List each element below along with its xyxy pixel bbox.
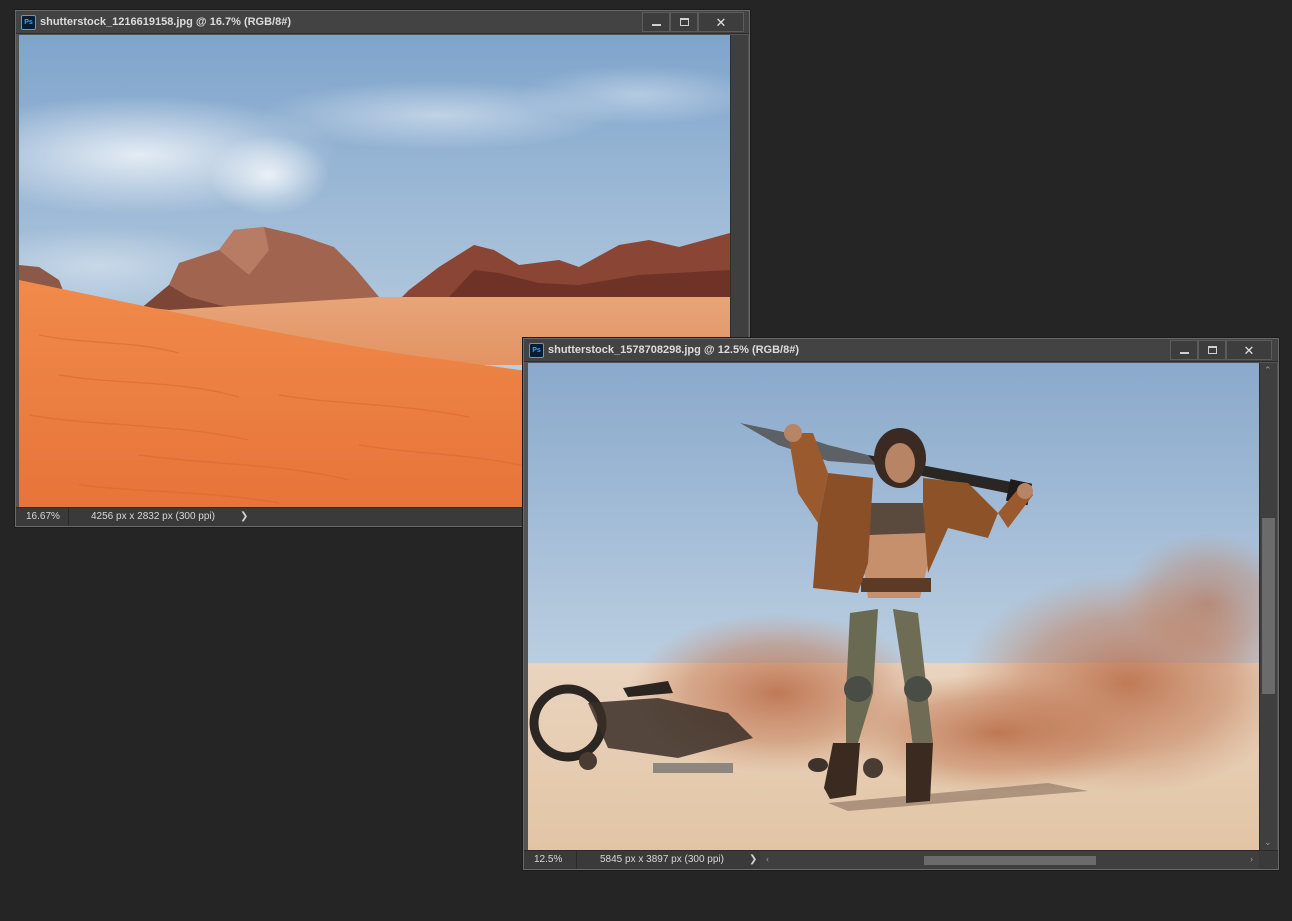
photoshop-icon: Ps	[529, 343, 544, 358]
horizontal-scrollbar-2[interactable]: ‹ ›	[760, 851, 1259, 869]
window-1-title: shutterstock_1216619158.jpg @ 16.7% (RGB…	[40, 16, 292, 28]
scroll-up-icon[interactable]: ⌃	[1264, 365, 1272, 376]
maximize-icon	[1207, 346, 1217, 354]
minimize-icon	[651, 24, 661, 26]
close-button[interactable]: ✕	[698, 12, 744, 32]
maximize-button[interactable]	[670, 12, 698, 32]
warrior-desert-image	[528, 363, 1259, 850]
maximize-icon	[679, 18, 689, 26]
document-info: 5845 px x 3897 px (300 ppi)	[600, 854, 724, 865]
minimize-button[interactable]	[1170, 340, 1198, 360]
zoom-level-field[interactable]: 12.5%	[524, 851, 577, 869]
close-button[interactable]: ✕	[1226, 340, 1272, 360]
close-icon: ✕	[1243, 342, 1255, 358]
scroll-left-icon[interactable]: ‹	[766, 854, 769, 864]
status-menu-arrow-icon[interactable]: ❯	[240, 508, 248, 526]
image-canvas-2[interactable]	[528, 363, 1259, 850]
document-window-2[interactable]: Ps shutterstock_1578708298.jpg @ 12.5% (…	[523, 338, 1279, 870]
window-2-titlebar[interactable]: Ps shutterstock_1578708298.jpg @ 12.5% (…	[524, 339, 1278, 362]
minimize-icon	[1179, 352, 1189, 354]
scroll-down-icon[interactable]: ⌄	[1264, 837, 1272, 848]
vertical-scrollbar-2[interactable]: ⌃ ⌄	[1259, 363, 1277, 850]
maximize-button[interactable]	[1198, 340, 1226, 360]
zoom-level-field[interactable]: 16.67%	[16, 508, 69, 526]
window-1-titlebar[interactable]: Ps shutterstock_1216619158.jpg @ 16.7% (…	[16, 11, 749, 34]
vertical-scroll-thumb[interactable]	[1262, 518, 1275, 694]
photoshop-icon: Ps	[21, 15, 36, 30]
status-bar-2: 12.5% 5845 px x 3897 px (300 ppi) ❯ ‹ ›	[524, 850, 1278, 869]
horizontal-scroll-thumb[interactable]	[924, 856, 1096, 865]
close-icon: ✕	[715, 14, 727, 30]
scroll-right-icon[interactable]: ›	[1250, 854, 1253, 864]
window-2-title: shutterstock_1578708298.jpg @ 12.5% (RGB…	[548, 344, 800, 356]
minimize-button[interactable]	[642, 12, 670, 32]
status-menu-arrow-icon[interactable]: ❯	[749, 851, 757, 869]
document-info: 4256 px x 2832 px (300 ppi)	[91, 511, 215, 522]
